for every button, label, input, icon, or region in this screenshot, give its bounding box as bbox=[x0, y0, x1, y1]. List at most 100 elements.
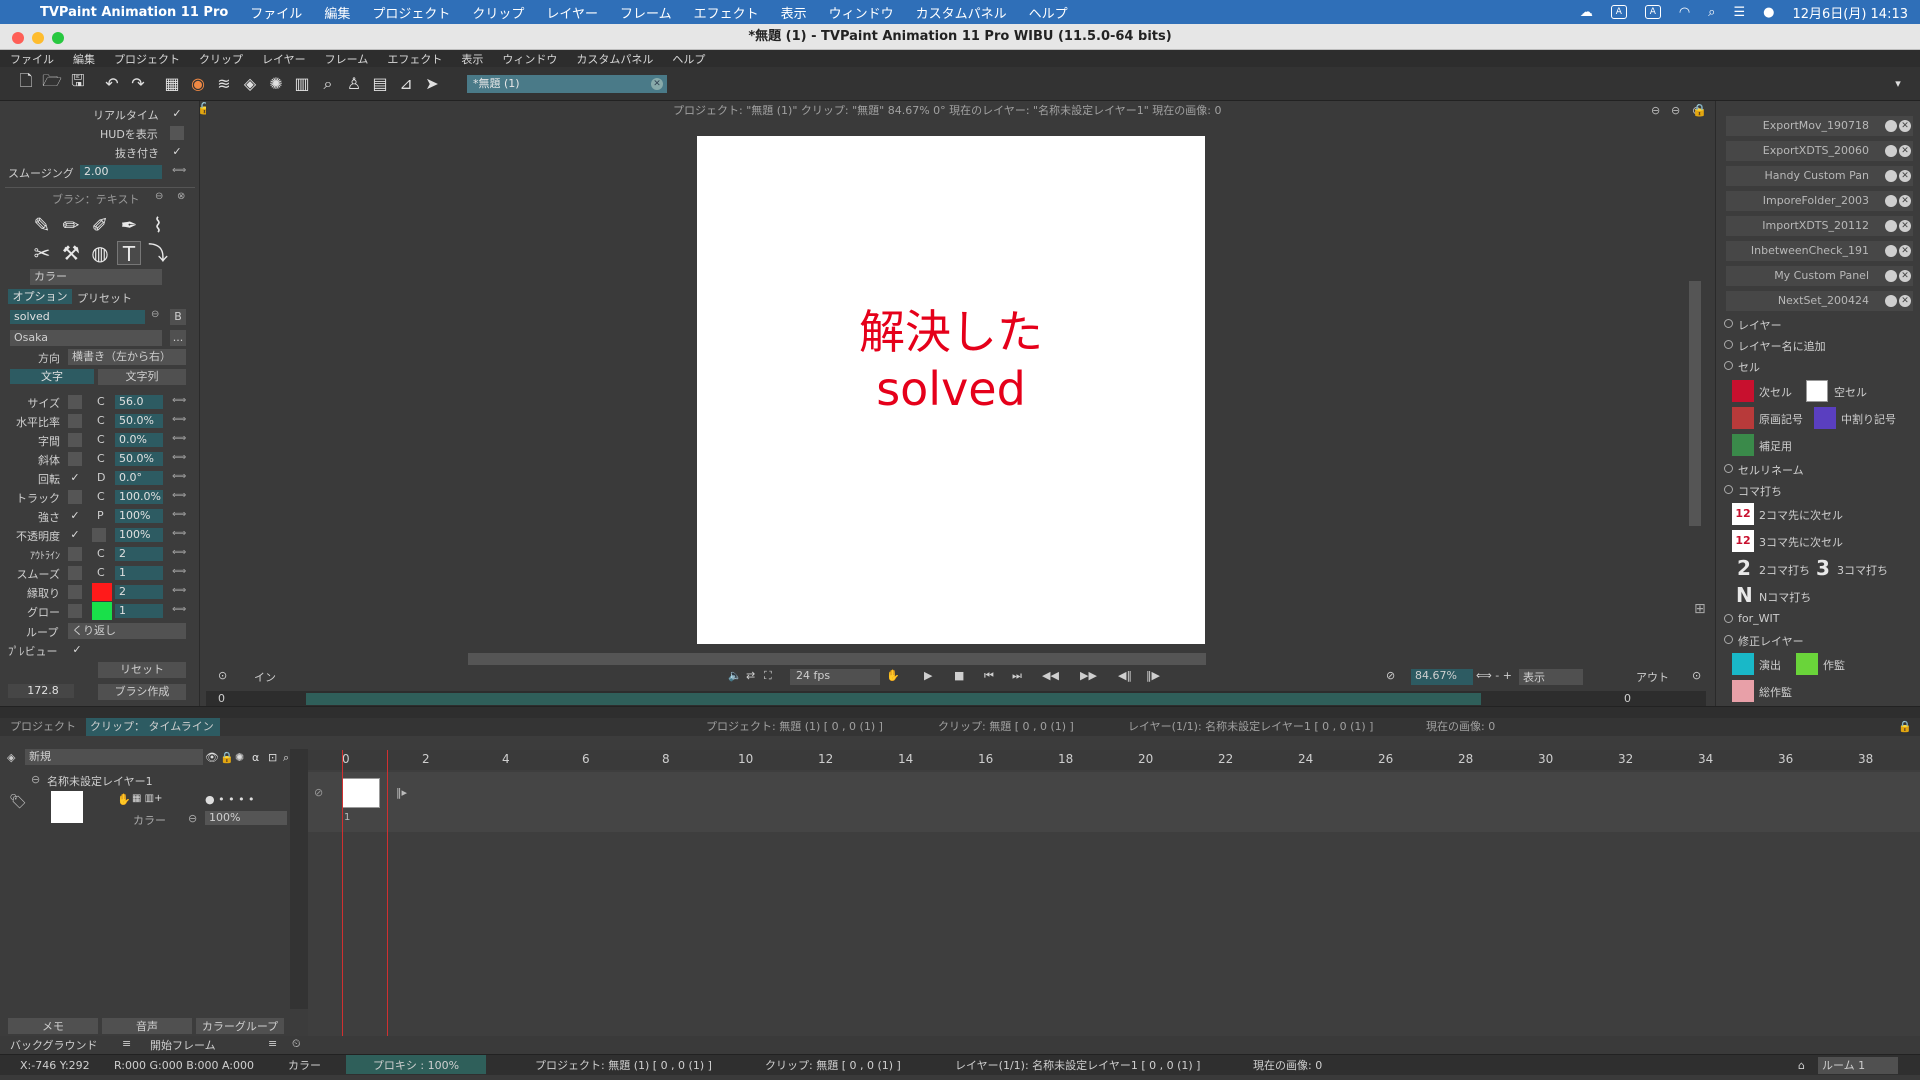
creative-cloud-icon[interactable]: ☁ bbox=[1580, 5, 1593, 20]
panel-close-icon[interactable]: ⊗ bbox=[177, 191, 185, 202]
mac-menu-frame[interactable]: フレーム bbox=[620, 3, 672, 22]
menu-clip[interactable]: クリップ bbox=[199, 51, 243, 67]
text-dropdown-icon[interactable]: ⊖ bbox=[151, 309, 159, 320]
canvas-menu-icon[interactable]: ⊖ bbox=[1651, 104, 1660, 117]
room-dropdown[interactable]: ルーム 1 bbox=[1818, 1057, 1898, 1074]
airbrush-tool-icon[interactable]: ✎ bbox=[30, 213, 54, 237]
start-frame-label[interactable]: 開始フレーム bbox=[150, 1037, 216, 1053]
chief-director-label[interactable]: 総作監 bbox=[1759, 684, 1792, 700]
accessibility-icon[interactable]: A bbox=[1644, 5, 1661, 19]
direction-icon[interactable] bbox=[1732, 653, 1754, 675]
remove-icon[interactable]: ✕ bbox=[1899, 295, 1911, 307]
supplement-icon[interactable] bbox=[1732, 434, 1754, 456]
mac-menu-edit[interactable]: 編集 bbox=[324, 3, 350, 22]
param-size-mode[interactable]: C bbox=[97, 395, 105, 408]
horizontal-scrollbar[interactable] bbox=[468, 653, 1206, 665]
list-item[interactable]: NextSet_200424 ✕ bbox=[1726, 291, 1913, 311]
two-koma-next-label[interactable]: 2コマ先に次セル bbox=[1759, 507, 1843, 523]
bold-button[interactable]: B bbox=[170, 309, 186, 325]
canvas-minimize-icon[interactable]: ⊖ bbox=[1671, 104, 1680, 117]
layer-dot-icons[interactable]: ● • • • • bbox=[205, 793, 255, 806]
visibility-eye-icon[interactable]: 👁 bbox=[205, 751, 219, 764]
new-document-icon[interactable]: 🗋 bbox=[16, 71, 36, 94]
color-group-button[interactable]: カラーグループ bbox=[196, 1018, 284, 1034]
timer-icon[interactable]: ⏲ bbox=[292, 1037, 301, 1051]
alpha-icon[interactable]: α bbox=[252, 751, 259, 764]
zoom-window-button[interactable] bbox=[52, 32, 64, 44]
font-dropdown[interactable]: Osaka bbox=[10, 330, 162, 346]
param-spacing-arrows-icon[interactable]: ⟺ bbox=[172, 433, 186, 444]
param-outline-checkbox[interactable] bbox=[68, 547, 82, 561]
param-track-arrows-icon[interactable]: ⟺ bbox=[172, 490, 186, 501]
run-icon[interactable] bbox=[1885, 245, 1897, 257]
param-glow-checkbox[interactable] bbox=[68, 604, 82, 618]
smoothing-arrows-icon[interactable]: ⟺ bbox=[172, 165, 186, 176]
run-icon[interactable] bbox=[1885, 170, 1897, 182]
app-menu-name[interactable]: TVPaint Animation 11 Pro bbox=[40, 5, 228, 20]
list-item[interactable]: Handy Custom Pan ✕ bbox=[1726, 166, 1913, 186]
mac-menu-help[interactable]: ヘルプ bbox=[1029, 3, 1068, 22]
section-layer[interactable]: レイヤー bbox=[1724, 317, 1782, 333]
text-tool-icon[interactable]: T bbox=[117, 241, 141, 266]
param-hratio-checkbox[interactable] bbox=[68, 414, 82, 428]
hand-icon[interactable]: ✋ bbox=[886, 669, 900, 682]
menu-help[interactable]: ヘルプ bbox=[672, 51, 705, 67]
param-glow-input[interactable]: 1 bbox=[115, 604, 163, 618]
menu-custom-panel[interactable]: カスタムパネル bbox=[576, 51, 653, 67]
next-cel-label[interactable]: 次セル bbox=[1759, 384, 1792, 400]
graph-icon[interactable]: ⊿ bbox=[396, 74, 416, 94]
layer-tag-icon[interactable]: 🏷 bbox=[9, 794, 27, 810]
preview-checkbox[interactable]: ✓ bbox=[70, 643, 84, 657]
param-track-mode[interactable]: C bbox=[97, 490, 105, 503]
warp-tool-icon[interactable]: ⤵ bbox=[146, 241, 170, 265]
loop-icon[interactable]: ⇄ bbox=[746, 669, 755, 682]
run-icon[interactable] bbox=[1885, 270, 1897, 282]
right-panel-lock-icon[interactable]: 🔒 bbox=[1692, 103, 1707, 117]
menu-layer[interactable]: レイヤー bbox=[262, 51, 306, 67]
animation-director-icon[interactable] bbox=[1796, 653, 1818, 675]
run-icon[interactable] bbox=[1885, 295, 1897, 307]
search-icon[interactable]: ⌕ bbox=[283, 751, 289, 765]
list-item[interactable]: ExportMov_190718 ✕ bbox=[1726, 116, 1913, 136]
spotlight-search-icon[interactable]: ⌕ bbox=[1708, 5, 1715, 20]
extend-icon[interactable]: ‖▸ bbox=[396, 786, 407, 799]
mac-menu-custom-panel[interactable]: カスタムパネル bbox=[916, 3, 1007, 22]
mac-menu-view[interactable]: 表示 bbox=[781, 3, 807, 22]
smoothing-input[interactable]: 2.00 bbox=[80, 165, 162, 179]
list-item[interactable]: ImporeFolder_2003 ✕ bbox=[1726, 191, 1913, 211]
run-icon[interactable] bbox=[1885, 120, 1897, 132]
remove-icon[interactable]: ✕ bbox=[1899, 145, 1911, 157]
input-source-icon[interactable]: A bbox=[1610, 5, 1627, 19]
layer-list-splitter[interactable] bbox=[290, 749, 308, 1009]
vertical-scrollbar[interactable] bbox=[1689, 281, 1701, 526]
tab-string[interactable]: 文字列 bbox=[98, 369, 186, 385]
toolbox-icon[interactable]: ▦ bbox=[162, 74, 182, 94]
action-add-layer-name[interactable]: レイヤー名に追加 bbox=[1724, 338, 1826, 354]
tab-presets[interactable]: プリセット bbox=[77, 290, 132, 306]
out-marker-icon[interactable]: ⊙ bbox=[1692, 669, 1701, 682]
lock-icon[interactable]: 🔒 bbox=[220, 751, 234, 764]
mac-menu-file[interactable]: ファイル bbox=[250, 3, 302, 22]
sound-button[interactable]: 音声 bbox=[102, 1018, 192, 1034]
proxy-status[interactable]: プロキシ : 100% bbox=[346, 1055, 486, 1074]
start-frame-menu-icon[interactable]: ≡ bbox=[268, 1037, 277, 1050]
pencil-tool-icon[interactable]: ✏ bbox=[59, 213, 83, 237]
track-draw-icon[interactable]: ⊘ bbox=[314, 786, 323, 799]
original-mark-icon[interactable] bbox=[1732, 407, 1754, 429]
tab-options[interactable]: オプション bbox=[8, 289, 72, 304]
paper-plane-icon[interactable]: ➤ bbox=[422, 74, 442, 94]
make-brush-button[interactable]: ブラシ作成 bbox=[98, 684, 186, 700]
section-cel[interactable]: セル bbox=[1724, 359, 1760, 375]
param-hratio-mode[interactable]: C bbox=[97, 414, 105, 427]
action-for-wit[interactable]: for_WIT bbox=[1724, 612, 1779, 625]
inbetween-mark-icon[interactable] bbox=[1814, 407, 1836, 429]
param-size-input[interactable]: 56.0 bbox=[115, 395, 163, 409]
close-window-button[interactable] bbox=[12, 32, 24, 44]
mac-menu-layer[interactable]: レイヤー bbox=[546, 3, 598, 22]
font-more-button[interactable]: ... bbox=[170, 330, 186, 346]
menu-project[interactable]: プロジェクト bbox=[114, 51, 180, 67]
layer-thumbnail[interactable] bbox=[51, 791, 83, 823]
glow-color-swatch[interactable] bbox=[92, 602, 112, 620]
view-dropdown[interactable]: 表示 bbox=[1519, 669, 1583, 685]
list-item[interactable]: ExportXDTS_20060 ✕ bbox=[1726, 141, 1913, 161]
